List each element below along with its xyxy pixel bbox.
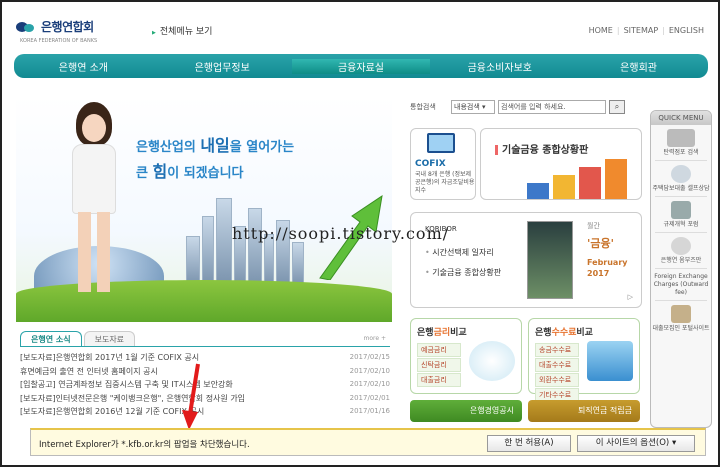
nav-item-consumer-protection[interactable]: 금융소비자보호 [430,59,569,74]
news-date: 2017/02/10 [349,366,390,375]
deposit-rate-link[interactable]: 예금금리 [417,343,461,357]
news-date: 2017/02/10 [349,380,390,388]
site-header: 은행연합회 KOREA FEDERATION OF BANKS 전체메뉴 보기 … [2,2,718,52]
browser-window: 은행연합회 KOREA FEDERATION OF BANKS 전체메뉴 보기 … [0,0,720,467]
magazine-more-icon[interactable]: ▷ [628,293,633,301]
separator: | [616,26,620,35]
logo-text: 은행연합회 [41,20,94,34]
tagline2-post: 이 되겠습니다 [167,166,244,181]
quick-menu: QUICK MENU 탄력점포 검색 주택담보대출 셀프상담 규제개혁 포럼 은… [650,110,712,428]
news-title[interactable]: [보도자료]인터넷전문은행 "케이뱅크은행", 은행연합회 정사원 가입 [20,392,245,406]
cofix-banner[interactable]: COFIX 국내 8개 은행 (정보제공은행)의 자금조달비용지수 [410,128,476,200]
fx-fee-link[interactable]: 외환수수료 [535,373,579,387]
magazine-title: '금융' [587,237,614,250]
blog-watermark: http://soopi.tistory.com/ [232,224,450,243]
tab-press[interactable]: 보도자료 [83,331,136,346]
tagline-pre: 은행산업의 [136,140,201,155]
all-menu-link[interactable]: 전체메뉴 보기 [152,24,213,37]
transfer-fee-link[interactable]: 송금수수료 [535,343,579,357]
search-input[interactable]: 검색어를 입력 하세요. [498,100,606,114]
fee-rows: 송금수수료 대출수수료 외환수수료 기타수수료 [535,343,579,403]
bar-graph-illustration [527,159,639,199]
tech-finance-banner[interactable]: 기술금융 종합상황판 [480,128,642,200]
sitemap-link[interactable]: SITEMAP [624,26,659,35]
nav-item-data-room[interactable]: 금융자료실 [291,58,431,74]
quick-item-loan-broker[interactable]: 대출모집인 포털사이트 [651,305,711,333]
magazine-cover[interactable] [527,221,573,299]
bank-icon [667,129,695,147]
magazine-month: February 2017 [587,258,628,278]
search-label: 통합검색 [410,103,436,111]
calculator-icon [587,341,633,381]
allow-once-button[interactable]: 한 번 허용(A) [487,435,571,452]
trust-rate-link[interactable]: 신탁금리 [417,358,461,372]
tagline2-emphasis: 힘 [152,162,168,181]
top-links: HOME | SITEMAP | ENGLISH [589,26,704,35]
part-time-jobs-link[interactable]: 시간선택제 일자리 [425,247,493,258]
search-type-select[interactable]: 내용검색 [451,100,495,114]
separator: | [662,26,665,35]
rate-compare-title: 은행금리비교 [417,328,467,338]
person-card-icon [671,305,691,323]
news-more-link[interactable]: more + [364,335,386,342]
tagline-post: 을 열어가는 [229,140,295,155]
news-title[interactable]: [보도자료]은행연합회 2017년 1월 기준 COFIX 공시 [20,351,199,365]
pension-button[interactable]: 퇴직연금 적립금 [528,400,640,422]
red-arrow-annotation [182,363,200,430]
quick-item-fx-charges[interactable]: Foreign Exchange Charges (Outward fee) [651,273,711,297]
nav-item-banking-info[interactable]: 은행업무정보 [153,59,292,74]
site-options-button[interactable]: 이 사이트의 옵션(O) ▾ [577,435,695,452]
tech-finance-link[interactable]: 기술금융 종합상황판 [425,267,501,278]
news-tabs: 은행연 소식 보도자료 [20,331,390,347]
loan-rate-link[interactable]: 대출금리 [417,373,461,387]
bank-disclosure-button[interactable]: 은행경영공시 [410,400,522,422]
rate-compare-box[interactable]: 은행금리비교 예금금리 신탁금리 대출금리 [410,318,522,394]
monitor-icon [427,133,455,153]
cofix-title: COFIX [415,159,446,169]
news-date: 2017/02/15 [349,353,390,361]
loan-fee-link[interactable]: 대출수수료 [535,358,579,372]
quick-item-ombudsman[interactable]: 은행연 옴부즈만 [651,237,711,265]
document-icon [671,201,691,219]
rate-rows: 예금금리 신탁금리 대출금리 [417,343,461,388]
logo-subtitle: KOREA FEDERATION OF BANKS [20,38,98,44]
hero-tagline: 은행산업의 내일을 열어가는 큰 힘이 되겠습니다 [136,134,294,186]
nav-item-bank-hall[interactable]: 은행회관 [569,59,708,74]
tagline2-pre: 큰 [136,166,153,181]
person-icon [671,237,691,255]
home-link[interactable]: HOME [589,26,613,35]
news-date: 2017/01/16 [349,407,390,415]
news-title[interactable]: [보도자료]은행연합회 2016년 12월 기준 COFIX 공시 [20,405,204,419]
magazine-caption: 월간 [587,222,600,230]
main-nav: 은행연 소개 은행업무정보 금융자료실 금융소비자보호 은행회관 [14,54,708,78]
quick-item-branch-search[interactable]: 탄력점포 검색 [651,129,711,157]
site-search: 통합검색 내용검색 검색어를 입력 하세요. ⌕ [410,98,642,116]
nav-item-about[interactable]: 은행연 소개 [14,59,153,74]
coin-globe-icon [469,341,515,381]
fee-compare-title: 은행수수료비교 [535,328,593,338]
kfb-logo-icon [16,20,38,34]
quick-menu-title: QUICK MENU [651,111,711,125]
tab-news[interactable]: 은행연 소식 [20,331,82,346]
search-button[interactable]: ⌕ [609,100,625,114]
english-link[interactable]: ENGLISH [669,26,704,35]
hero-banner: 은행산업의 내일을 열어가는 큰 힘이 되겠습니다 [16,96,392,322]
popup-blocked-bar: Internet Explorer가 *.kfb.or.kr의 팝업을 차단했습… [30,428,706,456]
news-title[interactable]: 휴면예금의 출연 전 인터넷 홈페이지 공시 [20,365,158,379]
girl-photo [64,102,124,302]
site-logo[interactable]: 은행연합회 [16,18,94,35]
tech-finance-title: 기술금융 종합상황판 [495,141,588,156]
tagline-emphasis: 내일 [200,136,230,155]
house-icon [671,165,691,183]
quick-item-mortgage[interactable]: 주택담보대출 셀프상담 [651,165,711,193]
cofix-desc: 국내 8개 은행 (정보제공은행)의 자금조달비용지수 [415,171,475,194]
news-date: 2017/02/01 [349,393,390,402]
quick-item-regulation-forum[interactable]: 규제개혁 포럼 [651,201,711,229]
search-icon: ⌕ [614,102,620,111]
fee-compare-box[interactable]: 은행수수료비교 송금수수료 대출수수료 외환수수료 기타수수료 [528,318,640,402]
popup-message: Internet Explorer가 *.kfb.or.kr의 팝업을 차단했습… [39,440,250,450]
